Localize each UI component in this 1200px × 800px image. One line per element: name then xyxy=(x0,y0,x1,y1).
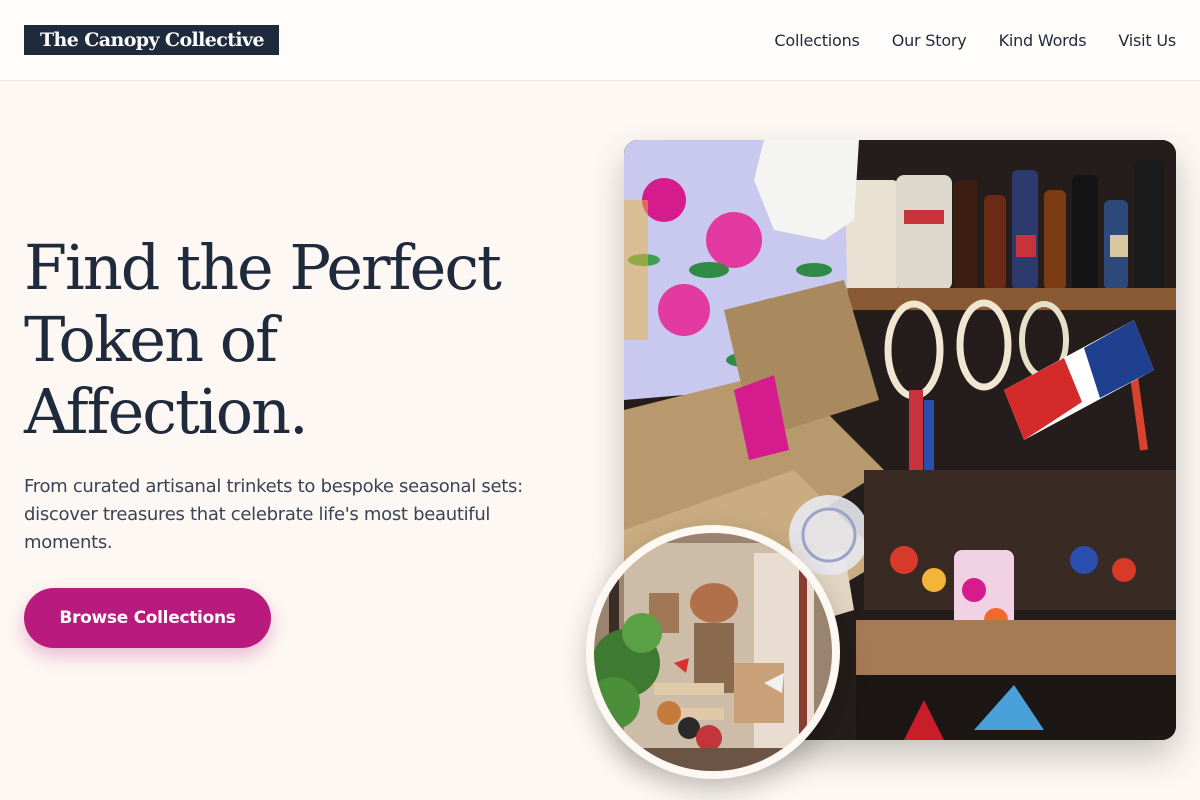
site-header: The Canopy Collective Collections Our St… xyxy=(0,0,1200,81)
storefront-illustration xyxy=(594,533,832,771)
nav-link-kind-words[interactable]: Kind Words xyxy=(999,31,1087,50)
main-nav: Collections Our Story Kind Words Visit U… xyxy=(774,28,1176,52)
browse-collections-button[interactable]: Browse Collections xyxy=(24,588,271,648)
brand-logo[interactable]: The Canopy Collective xyxy=(24,25,279,55)
souvenir-shelf xyxy=(856,470,1176,740)
hero-subtitle: From curated artisanal trinkets to bespo… xyxy=(24,476,523,553)
hero-title: Find the Perfect Token of Affection. xyxy=(24,231,502,448)
storefront-window-image xyxy=(594,533,832,771)
nav-link-visit-us[interactable]: Visit Us xyxy=(1118,31,1176,50)
nav-link-collections[interactable]: Collections xyxy=(774,31,859,50)
nav-link-our-story[interactable]: Our Story xyxy=(892,31,967,50)
storefront-inset-frame xyxy=(586,525,840,779)
